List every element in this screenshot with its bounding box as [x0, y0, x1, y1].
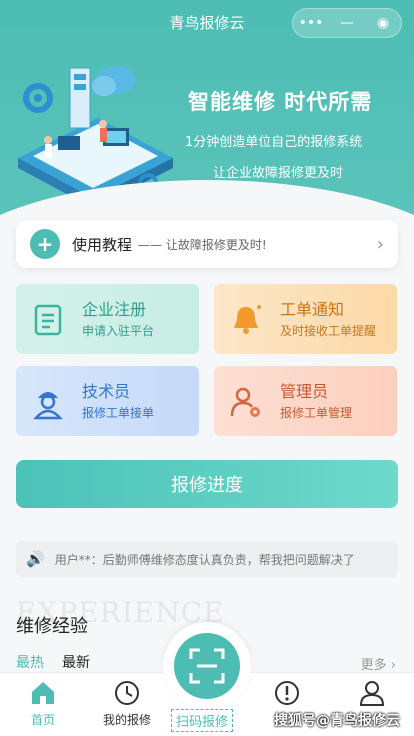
speaker-icon: 🔊	[26, 550, 45, 568]
scan-button[interactable]	[174, 633, 240, 699]
more-link[interactable]: 更多 ›	[361, 654, 396, 673]
notice-bar[interactable]: 🔊 用户**：后勤师傅维修态度认真负责，帮我把问题解决了	[16, 541, 398, 577]
minimize-icon[interactable]: —	[332, 10, 362, 36]
hero-slogan-line1: 1分钟创造单位自己的报修系统	[185, 135, 363, 150]
user-icon	[359, 681, 385, 706]
title-bar: 青鸟报修云 ••• — ◉	[0, 0, 414, 44]
notice-text: 用户**：后勤师傅维修态度认真负责，帮我把问题解决了	[54, 552, 355, 567]
more-menu-icon[interactable]: •••	[296, 10, 326, 36]
alert-icon	[275, 681, 299, 705]
card-order-notify[interactable]: 工单通知 及时接收工单提醒	[214, 284, 397, 354]
nav-profile[interactable]	[332, 679, 412, 711]
tutorial-bar[interactable]: + 使用教程 —— 让故障报修更及时! ›	[16, 220, 398, 268]
clipboard-icon	[34, 304, 62, 336]
card-subtitle: 及时接收工单提醒	[280, 324, 377, 338]
card-title: 管理员	[280, 382, 329, 401]
bell-icon	[234, 305, 261, 334]
scan-label[interactable]: 扫码报修	[171, 709, 234, 732]
nav-my-repairs[interactable]: 我的报修	[87, 679, 167, 728]
home-icon	[32, 682, 54, 704]
card-admin[interactable]: 管理员 报修工单管理	[214, 366, 397, 436]
plus-icon: +	[30, 229, 60, 259]
card-subtitle: 报修工单管理	[280, 406, 353, 420]
source-watermark: 搜狐号@青鸟报修云	[274, 713, 400, 729]
card-subtitle: 申请入驻平台	[82, 324, 155, 338]
nav-my-repairs-label: 我的报修	[102, 713, 151, 727]
tutorial-subtitle: —— 让故障报修更及时!	[138, 237, 267, 252]
worker-icon	[33, 392, 63, 420]
nav-home[interactable]: 首页	[3, 679, 83, 728]
hero-slogan-main: 智能维修 时代所需	[188, 90, 373, 114]
hero-illustration	[18, 66, 173, 208]
hero-slogan-line2: 让企业故障报修更及时	[213, 166, 344, 181]
admin-icon	[230, 387, 260, 417]
nav-report[interactable]	[247, 679, 327, 711]
chevron-right-icon: ›	[376, 233, 384, 255]
card-title: 技术员	[82, 382, 131, 401]
card-title: 工单通知	[280, 300, 345, 319]
nav-home-label: 首页	[30, 713, 55, 727]
tab-newest[interactable]: 最新	[62, 652, 90, 672]
tab-hottest[interactable]: 最热	[16, 652, 44, 672]
card-title: 企业注册	[82, 300, 147, 319]
repair-progress-button[interactable]: 报修进度	[16, 460, 398, 508]
scan-icon	[189, 648, 225, 684]
card-company-register[interactable]: 企业注册 申请入驻平台	[16, 284, 199, 354]
close-icon[interactable]: ◉	[368, 10, 398, 36]
card-subtitle: 报修工单接单	[82, 406, 155, 420]
app-title: 青鸟报修云	[169, 13, 245, 32]
section-title: 维修经验	[16, 616, 88, 637]
scan-button-wrap	[163, 622, 251, 710]
mini-program-capsule: ••• — ◉	[292, 8, 402, 38]
card-technician[interactable]: 技术员 报修工单接单	[16, 366, 199, 436]
clock-icon	[115, 681, 139, 705]
tutorial-title: 使用教程	[72, 235, 133, 254]
